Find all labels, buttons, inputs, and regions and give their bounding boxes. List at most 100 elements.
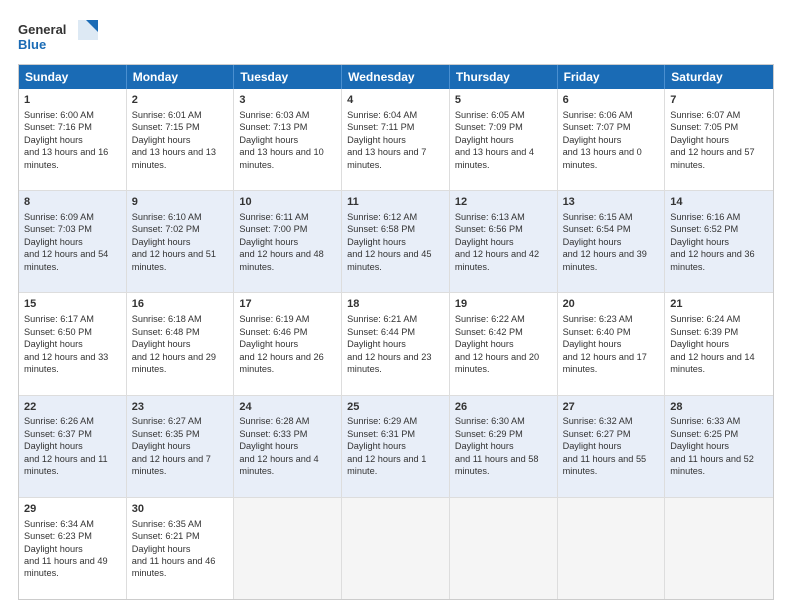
day-cell-3: 3Sunrise: 6:03 AMSunset: 7:13 PMDaylight…	[234, 89, 342, 190]
day-cell-5: 5Sunrise: 6:05 AMSunset: 7:09 PMDaylight…	[450, 89, 558, 190]
logo: GeneralBlue	[18, 18, 98, 54]
day-number: 20	[563, 297, 660, 312]
daylight-duration: and 12 hours and 39 minutes.	[563, 249, 647, 271]
empty-cell	[342, 498, 450, 599]
day-cell-20: 20Sunrise: 6:23 AMSunset: 6:40 PMDayligh…	[558, 293, 666, 394]
sunset-label: Sunset: 7:09 PM	[455, 122, 523, 132]
page: GeneralBlue SundayMondayTuesdayWednesday…	[0, 0, 792, 612]
daylight-duration: and 12 hours and 48 minutes.	[239, 249, 323, 271]
calendar: SundayMondayTuesdayWednesdayThursdayFrid…	[18, 64, 774, 600]
calendar-row-1: 8Sunrise: 6:09 AMSunset: 7:03 PMDaylight…	[19, 191, 773, 293]
sunset-label: Sunset: 6:44 PM	[347, 327, 415, 337]
daylight-duration: and 12 hours and 11 minutes.	[24, 454, 108, 476]
sunset-label: Sunset: 6:29 PM	[455, 429, 523, 439]
day-cell-30: 30 Sunrise: 6:35 AM Sunset: 6:21 PM Dayligh…	[127, 498, 235, 599]
sunset-label: Sunset: 6:40 PM	[563, 327, 631, 337]
day-cell-13: 13Sunrise: 6:15 AMSunset: 6:54 PMDayligh…	[558, 191, 666, 292]
sunrise-label: Sunrise: 6:00 AM	[24, 110, 94, 120]
daylight-duration: and 12 hours and 29 minutes.	[132, 352, 216, 374]
daylight-duration: and 12 hours and 57 minutes.	[670, 147, 754, 169]
sunset-label: Sunset: 7:13 PM	[239, 122, 307, 132]
daylight-label: Daylight hours	[239, 135, 298, 145]
day-cell-8: 8Sunrise: 6:09 AMSunset: 7:03 PMDaylight…	[19, 191, 127, 292]
day-number: 3	[239, 93, 336, 108]
sunrise-label: Sunrise: 6:06 AM	[563, 110, 633, 120]
day-number: 30	[132, 502, 229, 517]
calendar-header: SundayMondayTuesdayWednesdayThursdayFrid…	[19, 65, 773, 89]
daylight-label: Daylight hours	[132, 544, 191, 554]
day-cell-1: 1Sunrise: 6:00 AMSunset: 7:16 PMDaylight…	[19, 89, 127, 190]
sunrise-label: Sunrise: 6:11 AM	[239, 212, 308, 222]
day-cell-4: 4Sunrise: 6:04 AMSunset: 7:11 PMDaylight…	[342, 89, 450, 190]
sunset-label: Sunset: 6:23 PM	[24, 531, 92, 541]
sunrise-label: Sunrise: 6:35 AM	[132, 519, 202, 529]
sunrise-label: Sunrise: 6:09 AM	[24, 212, 94, 222]
logo-svg: GeneralBlue	[18, 18, 98, 54]
day-cell-15: 15Sunrise: 6:17 AMSunset: 6:50 PMDayligh…	[19, 293, 127, 394]
day-cell-16: 16Sunrise: 6:18 AMSunset: 6:48 PMDayligh…	[127, 293, 235, 394]
sunset-label: Sunset: 7:15 PM	[132, 122, 200, 132]
day-number: 21	[670, 297, 768, 312]
day-header-monday: Monday	[127, 65, 235, 89]
daylight-label: Daylight hours	[347, 135, 406, 145]
day-number: 16	[132, 297, 229, 312]
day-number: 8	[24, 195, 121, 210]
daylight-duration: and 12 hours and 42 minutes.	[455, 249, 539, 271]
daylight-label: Daylight hours	[455, 441, 514, 451]
sunset-label: Sunset: 6:42 PM	[455, 327, 523, 337]
sunset-label: Sunset: 6:33 PM	[239, 429, 307, 439]
day-cell-18: 18Sunrise: 6:21 AMSunset: 6:44 PMDayligh…	[342, 293, 450, 394]
day-header-saturday: Saturday	[665, 65, 773, 89]
sunrise-label: Sunrise: 6:28 AM	[239, 416, 309, 426]
sunrise-label: Sunrise: 6:24 AM	[670, 314, 740, 324]
daylight-label: Daylight hours	[455, 339, 514, 349]
sunrise-label: Sunrise: 6:12 AM	[347, 212, 417, 222]
daylight-label: Daylight hours	[563, 441, 622, 451]
sunset-label: Sunset: 6:48 PM	[132, 327, 200, 337]
day-cell-29: 29Sunrise: 6:34 AMSunset: 6:23 PMDayligh…	[19, 498, 127, 599]
day-number: 12	[455, 195, 552, 210]
daylight-duration: and 12 hours and 45 minutes.	[347, 249, 431, 271]
day-cell-24: 24Sunrise: 6:28 AM Sunset: 6:33 PM Dayligh…	[234, 396, 342, 497]
daylight-duration: and 11 hours and 46 minutes.	[132, 556, 216, 578]
sunrise-label: Sunrise: 6:21 AM	[347, 314, 417, 324]
day-header-wednesday: Wednesday	[342, 65, 450, 89]
daylight-label: Daylight hours	[132, 135, 191, 145]
calendar-body: 1 Sunrise: 6:00 AM Sunset: 7:16 PM Daylight…	[19, 89, 773, 599]
daylight-duration: and 11 hours and 58 minutes.	[455, 454, 539, 476]
daylight-duration: and 13 hours and 16 minutes.	[24, 147, 108, 169]
day-number: 7	[670, 93, 768, 108]
sunset-label: Sunset: 6:52 PM	[670, 224, 738, 234]
day-number: 24	[239, 400, 336, 415]
daylight-duration: and 12 hours and 20 minutes.	[455, 352, 539, 374]
sunset-label: Sunset: 7:16 PM	[24, 122, 92, 132]
sunrise-label: Sunrise: 6:07 AM	[670, 110, 740, 120]
day-cell-21: 21Sunrise: 6:24 AMSunset: 6:39 PMDayligh…	[665, 293, 773, 394]
sunset-label: Sunset: 6:37 PM	[24, 429, 92, 439]
day-number: 19	[455, 297, 552, 312]
sunrise-label: Sunrise: 6:16 AM	[670, 212, 740, 222]
daylight-label: Daylight hours	[132, 441, 191, 451]
daylight-label: Daylight hours	[563, 135, 622, 145]
daylight-duration: and 13 hours and 7 minutes.	[347, 147, 426, 169]
sunrise-label: Sunrise: 6:23 AM	[563, 314, 633, 324]
daylight-label: Daylight hours	[239, 441, 298, 451]
day-cell-14: 14Sunrise: 6:16 AMSunset: 6:52 PMDayligh…	[665, 191, 773, 292]
day-number: 2	[132, 93, 229, 108]
sunset-label: Sunset: 6:50 PM	[24, 327, 92, 337]
day-number: 25	[347, 400, 444, 415]
day-cell-7: 7Sunrise: 6:07 AMSunset: 7:05 PMDaylight…	[665, 89, 773, 190]
calendar-row-2: 15Sunrise: 6:17 AMSunset: 6:50 PMDayligh…	[19, 293, 773, 395]
header: GeneralBlue	[18, 18, 774, 54]
day-number: 1	[24, 93, 121, 108]
empty-cell	[665, 498, 773, 599]
sunrise-label: Sunrise: 6:13 AM	[455, 212, 525, 222]
day-header-sunday: Sunday	[19, 65, 127, 89]
day-cell-17: 17Sunrise: 6:19 AMSunset: 6:46 PMDayligh…	[234, 293, 342, 394]
empty-cell	[558, 498, 666, 599]
sunrise-label: Sunrise: 6:26 AM	[24, 416, 94, 426]
sunset-label: Sunset: 6:21 PM	[132, 531, 200, 541]
daylight-label: Daylight hours	[670, 135, 729, 145]
day-number: 4	[347, 93, 444, 108]
day-number: 28	[670, 400, 768, 415]
